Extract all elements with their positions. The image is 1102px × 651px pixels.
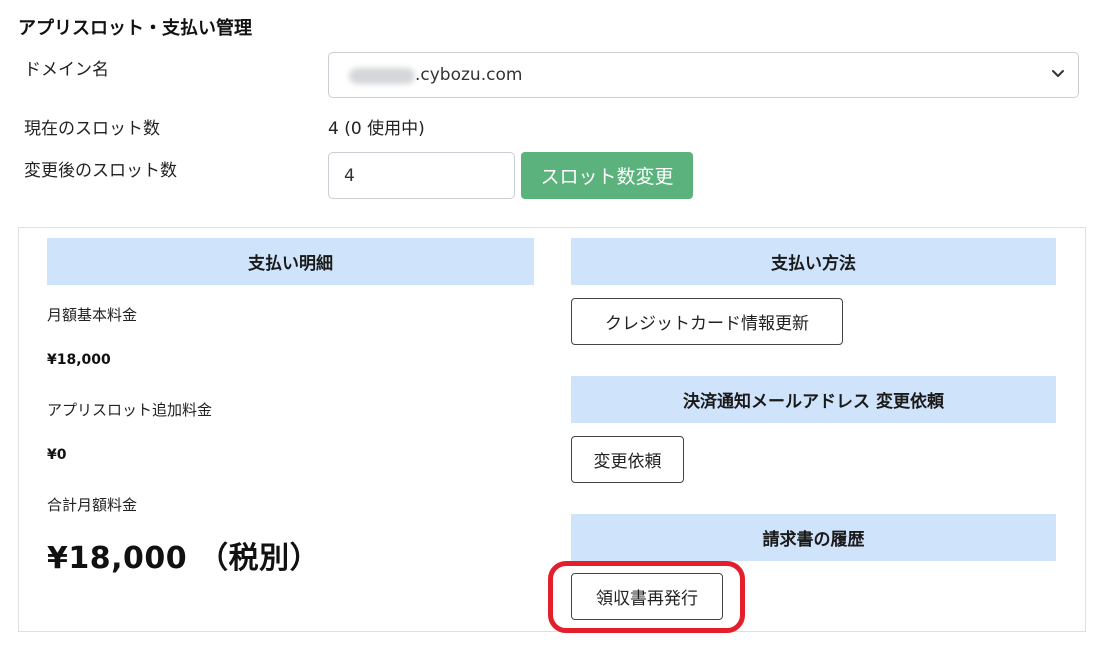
current-slots-label: 現在のスロット数 [24, 119, 160, 139]
update-card-button[interactable]: クレジットカード情報更新 [571, 298, 843, 345]
monthly-base-value: ¥18,000 [47, 352, 111, 368]
notification-email-header: 決済通知メールアドレス 変更依頼 [571, 376, 1056, 423]
new-slots-input[interactable] [328, 152, 515, 199]
chevron-down-icon [1052, 70, 1064, 77]
total-value: ¥18,000 （税別） [47, 541, 321, 576]
email-change-request-button[interactable]: 変更依頼 [571, 436, 684, 483]
slot-fee-value: ¥0 [47, 447, 67, 463]
change-slots-button[interactable]: スロット数変更 [521, 152, 693, 199]
payment-method-header: 支払い方法 [571, 238, 1056, 285]
invoice-history-header: 請求書の履歴 [571, 514, 1056, 561]
slot-fee-label: アプリスロット追加料金 [47, 401, 213, 419]
domain-select[interactable]: .cybozu.com [328, 52, 1079, 98]
total-label: 合計月額料金 [47, 496, 138, 514]
current-slots-value: 4 (0 使用中) [328, 119, 425, 139]
new-slots-label: 変更後のスロット数 [24, 161, 177, 181]
domain-label: ドメイン名 [24, 60, 109, 80]
page-title: アプリスロット・支払い管理 [18, 18, 252, 39]
domain-value: .cybozu.com [415, 65, 523, 85]
reissue-receipt-button[interactable]: 領収書再発行 [571, 573, 723, 620]
billing-panel: 支払い明細 月額基本料金 ¥18,000 アプリスロット追加料金 ¥0 合計月額… [18, 227, 1086, 632]
payment-details-header: 支払い明細 [47, 238, 534, 285]
monthly-base-label: 月額基本料金 [47, 306, 138, 324]
redacted-subdomain [349, 68, 415, 84]
